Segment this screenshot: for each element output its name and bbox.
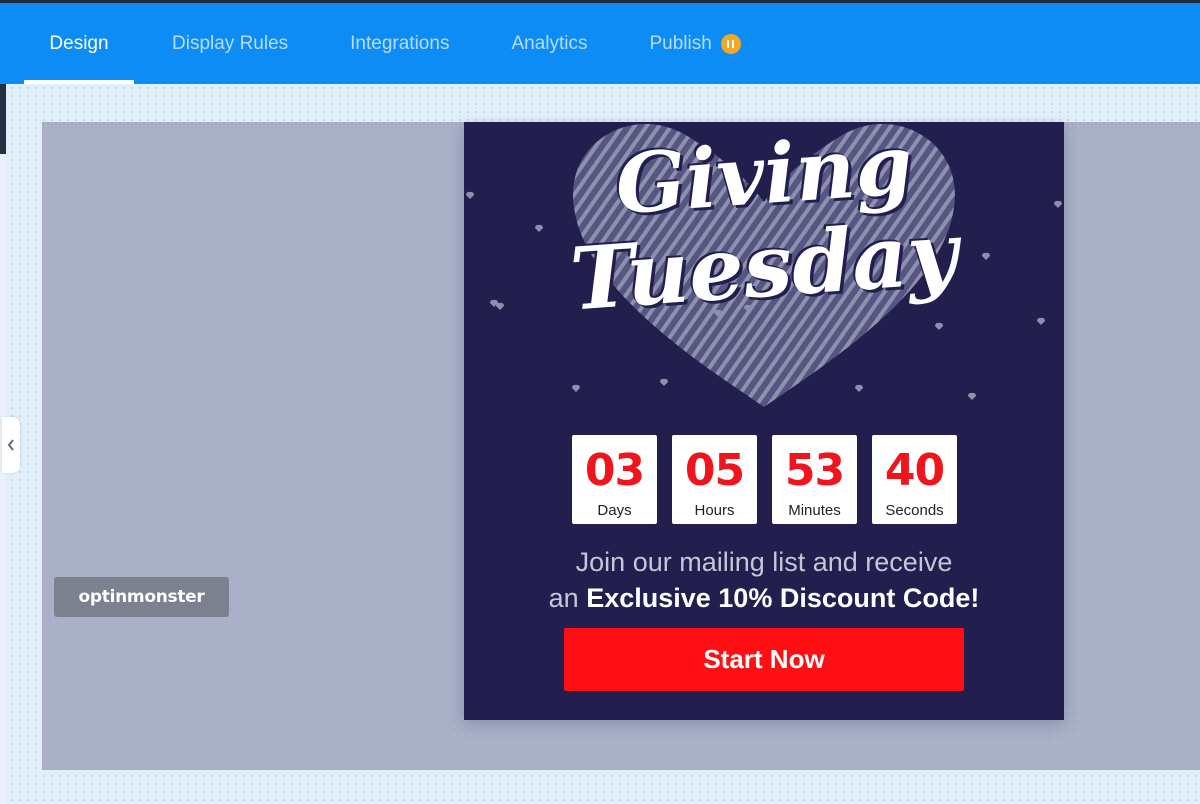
countdown-seconds-value: 40 <box>884 445 945 496</box>
tab-integrations-label: Integrations <box>350 32 450 54</box>
builder-nav: Design Display Rules Integrations Analyt… <box>0 3 1200 84</box>
promo-message-line2: an Exclusive 10% Discount Code! <box>464 582 1064 614</box>
countdown-days-label: Days <box>597 502 632 519</box>
tab-integrations[interactable]: Integrations <box>326 3 473 84</box>
tab-display-rules[interactable]: Display Rules <box>148 3 312 84</box>
countdown-seconds-label: Seconds <box>885 502 944 519</box>
countdown-minutes-value: 53 <box>784 445 845 496</box>
countdown-days-value: 03 <box>584 445 645 496</box>
countdown-hours: 05 Hours <box>672 435 757 524</box>
countdown-hours-label: Hours <box>694 502 735 519</box>
tab-publish[interactable]: Publish <box>625 3 764 84</box>
countdown-hours-value: 05 <box>684 445 745 496</box>
tab-publish-label: Publish <box>649 32 712 54</box>
tab-design[interactable]: Design <box>24 3 134 84</box>
sidebar-edge-lower <box>0 154 6 804</box>
tab-analytics[interactable]: Analytics <box>487 3 611 84</box>
promo-message-line1: Join our mailing list and receive <box>575 547 953 577</box>
countdown-minutes: 53 Minutes <box>772 435 857 524</box>
pause-icon <box>720 33 741 54</box>
tab-display-rules-label: Display Rules <box>172 32 289 54</box>
start-now-button[interactable]: Start Now <box>564 628 964 691</box>
optinmonster-logo-text: optinmonster <box>78 587 205 607</box>
countdown-minutes-label: Minutes <box>788 502 841 519</box>
optinmonster-logo[interactable]: optinmonster <box>54 577 229 617</box>
promo-message-prefix: an <box>548 583 587 613</box>
sidebar-collapse-toggle[interactable] <box>2 417 20 473</box>
promo-message-highlight: Exclusive 10% Discount Code! <box>586 583 980 613</box>
tab-analytics-label: Analytics <box>511 32 588 54</box>
countdown-seconds: 40 Seconds <box>872 435 957 524</box>
campaign-popup: Giving Tuesday 03 Days 05 Hours 53 Minut… <box>464 122 1064 720</box>
countdown-days: 03 Days <box>572 435 657 524</box>
sidebar-edge <box>0 84 6 154</box>
countdown-timer: 03 Days 05 Hours 53 Minutes 40 Seconds <box>572 435 972 524</box>
chevron-left-icon <box>7 439 14 451</box>
tab-design-label: Design <box>49 32 109 54</box>
